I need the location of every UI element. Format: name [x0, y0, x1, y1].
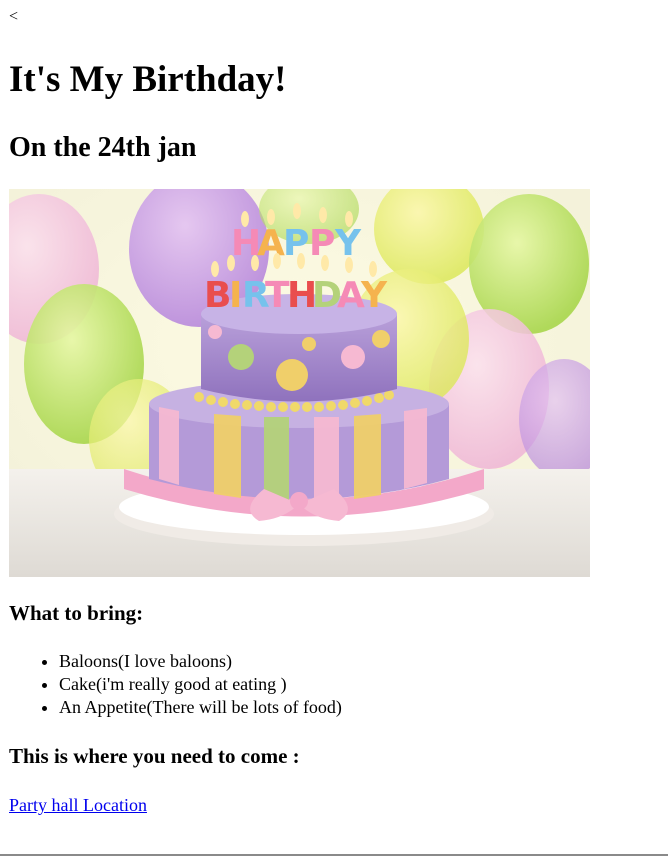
location-heading: This is where you need to come : [9, 744, 300, 768]
birthday-cake-image: H A P P Y B I R T H D A Y [9, 189, 590, 577]
party-date: On the 24th jan [9, 132, 197, 163]
party-hall-location-link[interactable]: Party hall Location [9, 794, 147, 817]
list-item: Baloons(I love baloons) [59, 650, 342, 673]
svg-text:P: P [283, 223, 309, 264]
list-item: Cake(i'm really good at eating ) [59, 673, 342, 696]
svg-text:B: B [204, 275, 231, 316]
svg-text:A: A [257, 223, 285, 264]
svg-text:Y: Y [360, 275, 388, 316]
bring-list: Baloons(I love baloons) Cake(i'm really … [9, 650, 342, 719]
svg-text:I: I [229, 275, 242, 316]
back-link[interactable]: < [9, 8, 18, 26]
bring-heading: What to bring: [9, 601, 144, 625]
page-title: It's My Birthday! [9, 59, 287, 100]
list-item: An Appetite(There will be lots of food) [59, 696, 342, 719]
